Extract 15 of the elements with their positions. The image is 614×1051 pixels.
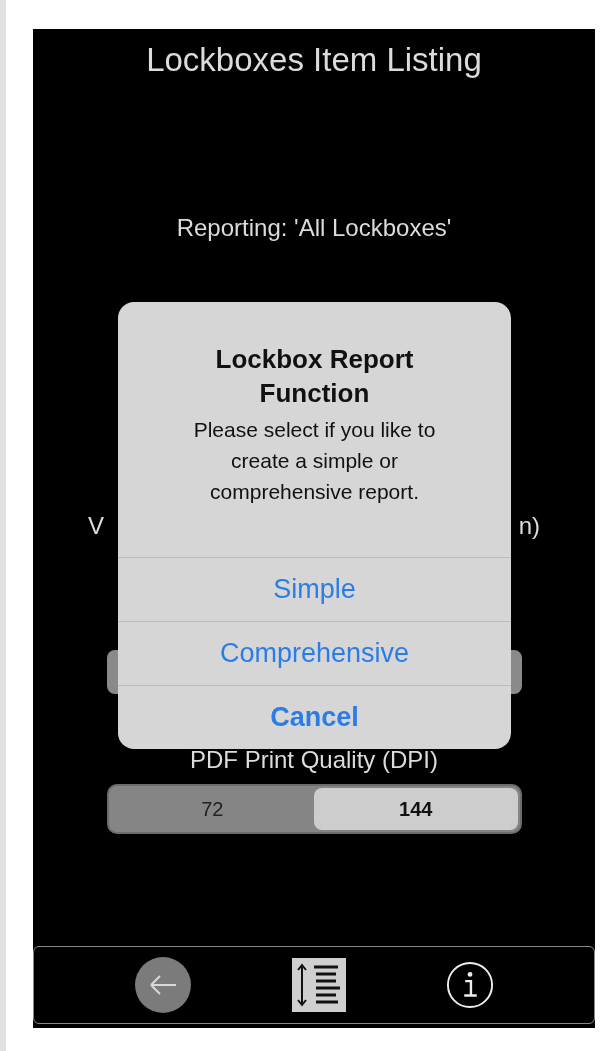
info-button[interactable]: [446, 961, 494, 1009]
label-fragment: n): [518, 512, 540, 540]
reporting-label: Reporting: 'All Lockboxes': [176, 214, 452, 242]
label-fragment: V: [88, 512, 104, 540]
dialog-message: Please select if you like to create a simple or comprehensive report.: [192, 417, 437, 505]
line-spacing-button[interactable]: [292, 958, 346, 1012]
back-button[interactable]: [134, 956, 192, 1014]
dialog-title: Lockbox Report Function: [214, 343, 415, 410]
cancel-button[interactable]: Cancel: [118, 685, 511, 749]
print-quality-label: PDF Print Quality (DPI): [189, 746, 438, 774]
screen-title: Lockboxes Item Listing: [146, 41, 482, 79]
action-button[interactable]: Simple: [118, 557, 511, 621]
segment[interactable]: 144: [314, 788, 518, 830]
action-button[interactable]: Comprehensive: [118, 621, 511, 685]
segment[interactable]: 72: [110, 788, 314, 830]
